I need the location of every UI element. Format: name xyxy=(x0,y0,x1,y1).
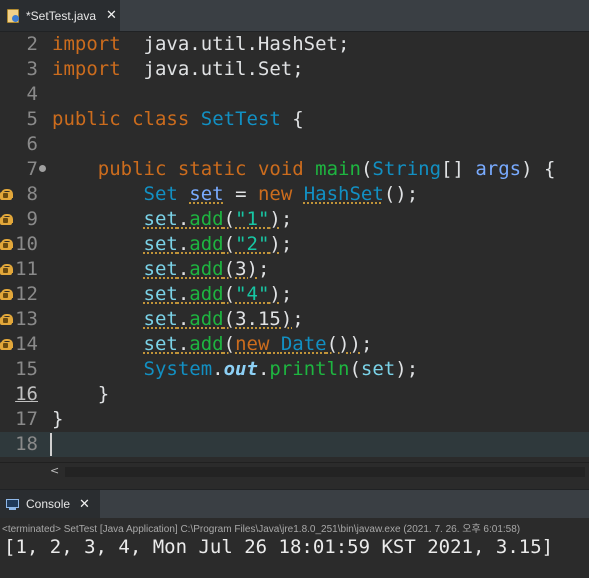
code-line[interactable]: 10 set.add("2"); xyxy=(0,232,589,257)
code-text: Set set = new HashSet(); xyxy=(143,183,419,205)
code-text: } xyxy=(52,408,64,430)
code-line[interactable]: 8 Set set = new HashSet(); xyxy=(0,182,589,207)
code-text: } xyxy=(52,383,110,405)
scroll-left-icon[interactable]: < xyxy=(50,464,59,477)
code-line[interactable]: 4 xyxy=(0,82,589,107)
code-line[interactable]: 6 xyxy=(0,132,589,157)
line-number: 7 xyxy=(26,158,38,180)
line-number: 11 xyxy=(15,258,38,280)
code-text: System.out.println(set); xyxy=(143,358,419,380)
line-number: 16 xyxy=(15,383,38,405)
tab-settest-java[interactable]: *SetTest.java ✕ xyxy=(0,0,120,31)
horizontal-scrollbar[interactable]: < xyxy=(0,462,589,480)
line-number: 12 xyxy=(15,283,38,305)
code-line[interactable]: 2 import java.util.HashSet; xyxy=(0,32,589,57)
code-line[interactable]: 5 public class SetTest { xyxy=(0,107,589,132)
console-output: [1, 2, 3, 4, Mon Jul 26 18:01:59 KST 202… xyxy=(4,536,554,558)
line-number: 2 xyxy=(26,33,38,55)
code-line[interactable]: 18 xyxy=(0,432,589,457)
terminated-status: <terminated> SetTest [Java Application] … xyxy=(2,524,521,535)
line-number: 4 xyxy=(26,83,38,105)
code-text: public class SetTest { xyxy=(52,108,304,130)
code-line[interactable]: 15 System.out.println(set); xyxy=(0,357,589,382)
code-line[interactable]: 7 public static void main(String[] args)… xyxy=(0,157,589,182)
console-tab-bar: Console ✕ xyxy=(0,489,589,518)
console-icon xyxy=(6,499,19,510)
line-number: 6 xyxy=(26,133,38,155)
code-text: public static void main(String[] args) { xyxy=(97,158,556,180)
line-number: 9 xyxy=(26,208,38,230)
code-line[interactable]: 11 set.add(3); xyxy=(0,257,589,282)
close-icon[interactable]: ✕ xyxy=(106,8,117,23)
line-number: 18 xyxy=(15,433,38,455)
code-text: set.add("2"); xyxy=(143,233,293,255)
code-text: set.add("4"); xyxy=(143,283,293,305)
code-text: set.add(new Date()); xyxy=(143,333,373,355)
code-text: import java.util.HashSet; xyxy=(52,33,350,55)
console-view[interactable]: <terminated> SetTest [Java Application] … xyxy=(0,518,589,578)
line-number: 15 xyxy=(15,358,38,380)
code-line[interactable]: 12 set.add("4"); xyxy=(0,282,589,307)
code-line[interactable]: 13 set.add(3.15); xyxy=(0,307,589,332)
line-number: 14 xyxy=(15,333,38,355)
close-icon[interactable]: ✕ xyxy=(79,497,90,512)
code-editor[interactable]: 2 import java.util.HashSet; 3 import java.u… xyxy=(0,32,589,480)
line-number: 13 xyxy=(15,308,38,330)
editor-tab-bar: *SetTest.java ✕ xyxy=(0,0,589,32)
code-line[interactable]: 9 set.add("1"); xyxy=(0,207,589,232)
line-number: 3 xyxy=(26,58,38,80)
code-line[interactable]: 14 set.add(new Date()); xyxy=(0,332,589,357)
code-text: import java.util.Set; xyxy=(52,58,304,80)
line-number: 5 xyxy=(26,108,38,130)
line-number: 8 xyxy=(26,183,38,205)
console-tab-label: Console xyxy=(26,497,71,511)
java-file-icon xyxy=(7,8,20,23)
tab-label: *SetTest.java xyxy=(26,8,97,23)
line-number: 10 xyxy=(15,233,38,255)
code-line[interactable]: 16 } xyxy=(0,382,589,407)
code-line[interactable]: 3 import java.util.Set; xyxy=(0,57,589,82)
override-marker-icon[interactable] xyxy=(39,165,46,172)
code-text: set.add("1"); xyxy=(143,208,293,230)
line-number: 17 xyxy=(15,408,38,430)
code-text: set.add(3.15); xyxy=(143,308,304,330)
scroll-track[interactable] xyxy=(65,467,585,477)
code-line[interactable]: 17} xyxy=(0,407,589,432)
code-text: set.add(3); xyxy=(143,258,270,280)
tab-console[interactable]: Console ✕ xyxy=(0,490,100,518)
